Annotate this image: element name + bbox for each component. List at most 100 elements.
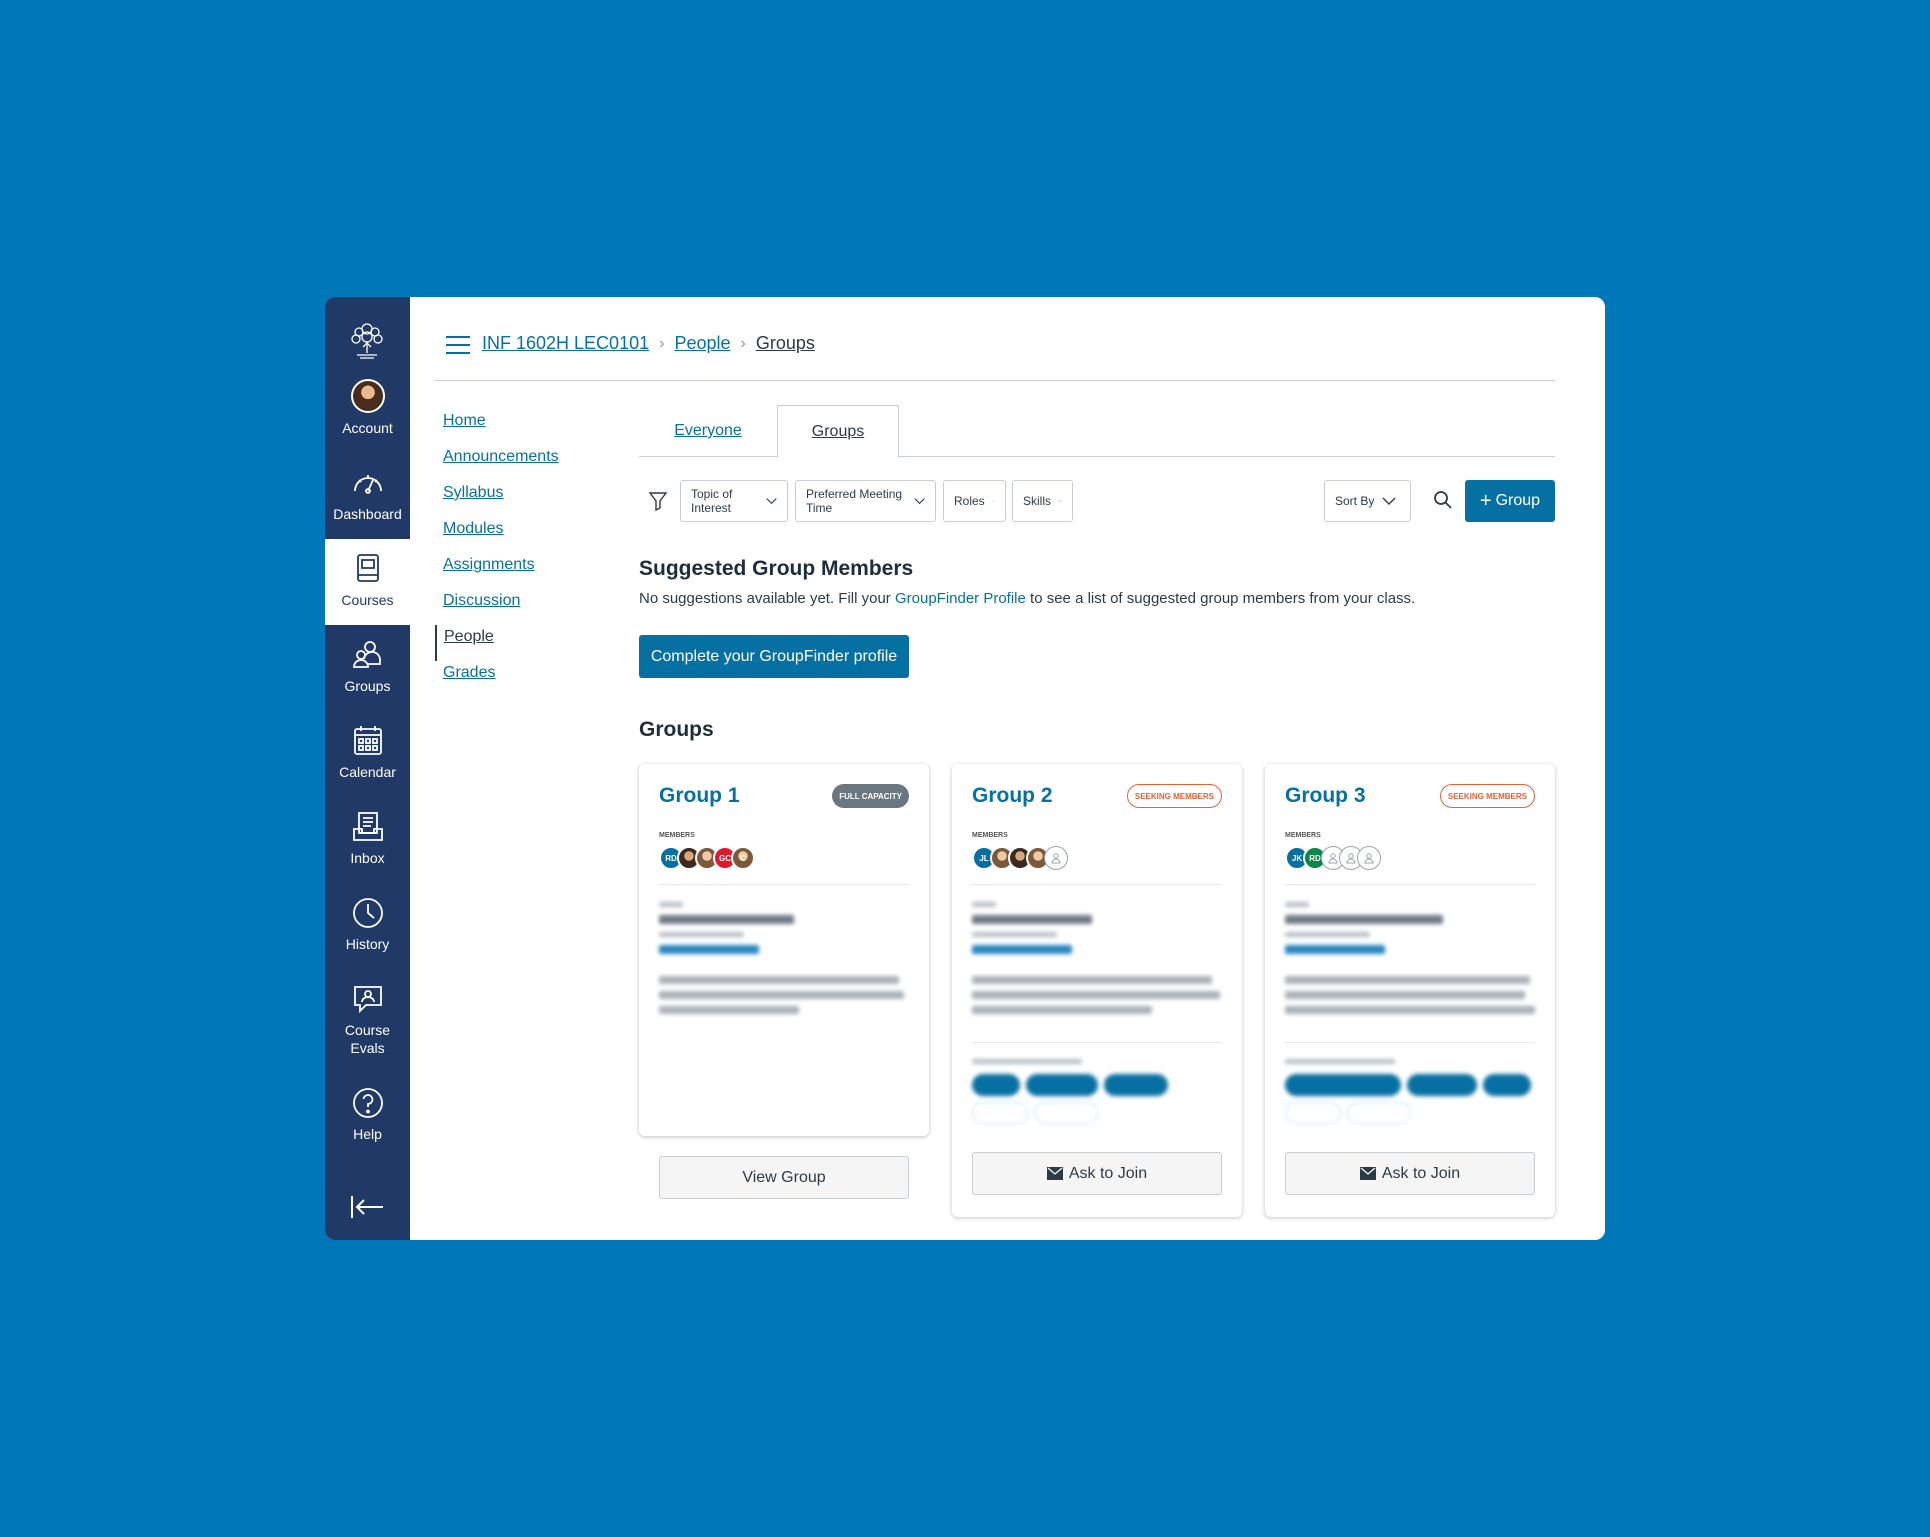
group-card: Group 1 Full Capacity Members RD GC C Vi… xyxy=(639,764,929,1199)
course-nav-announcements[interactable]: Announcements xyxy=(435,445,575,481)
group-details-blurred xyxy=(659,902,909,1021)
search-icon[interactable] xyxy=(1433,490,1453,510)
history-icon xyxy=(352,898,383,928)
breadcrumb-course-link[interactable]: INF 1602H LEC0101 xyxy=(482,333,649,354)
skills-label-blurred xyxy=(972,1059,1222,1072)
avatar xyxy=(350,379,385,413)
suggested-title: Suggested Group Members xyxy=(639,557,914,580)
suggested-text-after: to see a list of suggested group members… xyxy=(1025,590,1416,607)
nav-inbox[interactable]: Inbox xyxy=(325,797,410,883)
hamburger-menu-icon[interactable] xyxy=(445,335,471,355)
skills-label: Skills xyxy=(1023,494,1052,508)
complete-profile-button[interactable]: Complete your GroupFinder profile xyxy=(639,635,909,678)
add-group-label: Group xyxy=(1495,492,1541,509)
nav-courses[interactable]: Courses xyxy=(325,539,410,625)
view-group-button[interactable]: View Group xyxy=(659,1156,909,1199)
add-group-button[interactable]: + Group xyxy=(1465,480,1555,522)
breadcrumb-people-link[interactable]: People xyxy=(674,333,730,354)
university-logo-icon[interactable] xyxy=(345,317,390,362)
plus-icon: + xyxy=(1479,490,1492,512)
preferred-meeting-time-label: Preferred Meeting Time xyxy=(806,487,903,515)
skills-dropdown[interactable]: Skills xyxy=(1012,480,1073,522)
course-nav-assignments[interactable]: Assignments xyxy=(435,553,575,589)
group-details-blurred xyxy=(1285,902,1535,1021)
group-name[interactable]: Group 1 xyxy=(659,784,740,808)
nav-help-label: Help xyxy=(353,1126,382,1142)
roles-label: Roles xyxy=(954,494,985,508)
envelope-icon xyxy=(1359,1167,1376,1180)
help-icon xyxy=(352,1088,383,1118)
nav-help[interactable]: Help xyxy=(325,1073,410,1159)
course-nav-discussion[interactable]: Discussion xyxy=(435,589,575,625)
member-avatars: JL xyxy=(972,846,1068,870)
tab-groups[interactable]: Groups xyxy=(777,405,899,458)
person-icon xyxy=(1328,853,1338,864)
course-nav-home[interactable]: Home xyxy=(435,409,575,445)
course-nav-grades[interactable]: Grades xyxy=(435,661,575,697)
chevron-down-icon xyxy=(1382,497,1396,505)
chevron-down-icon xyxy=(992,500,995,502)
person-icon xyxy=(1346,853,1356,864)
members-label: Members xyxy=(659,832,695,839)
group-name[interactable]: Group 2 xyxy=(972,784,1053,808)
dashboard-icon xyxy=(353,475,382,494)
members-label: Members xyxy=(972,832,1008,839)
course-nav-syllabus[interactable]: Syllabus xyxy=(435,481,575,517)
tab-everyone-label: Everyone xyxy=(674,422,742,439)
nav-dashboard[interactable]: Dashboard xyxy=(325,453,410,539)
group-details-blurred xyxy=(972,902,1222,1021)
members-label: Members xyxy=(1285,832,1321,839)
nav-calendar[interactable]: Calendar xyxy=(325,711,410,797)
card-divider xyxy=(972,1042,1222,1043)
skills-label-blurred xyxy=(1285,1059,1535,1072)
chevron-down-icon xyxy=(766,498,777,505)
member-avatar[interactable]: C xyxy=(731,846,755,870)
tab-everyone[interactable]: Everyone xyxy=(639,405,777,457)
breadcrumb-separator-icon: › xyxy=(659,334,665,352)
sort-by-label: Sort By xyxy=(1335,494,1375,508)
nav-account[interactable]: Account xyxy=(325,367,410,453)
course-nav-modules[interactable]: Modules xyxy=(435,517,575,553)
breadcrumb-separator-icon: › xyxy=(740,334,746,352)
view-group-label: View Group xyxy=(742,1168,826,1186)
nav-course-evals[interactable]: Course Evals xyxy=(325,969,410,1069)
global-nav: Account Dashboard Courses Groups Calenda… xyxy=(325,297,410,1240)
tab-groups-label: Groups xyxy=(811,423,865,440)
course-nav-people[interactable]: People xyxy=(435,625,575,661)
chevron-down-icon xyxy=(1059,500,1062,502)
collapse-nav-icon[interactable] xyxy=(349,1192,385,1222)
person-icon xyxy=(1051,853,1061,864)
status-badge: Seeking Members xyxy=(1126,784,1222,808)
card-divider xyxy=(659,884,909,885)
nav-account-label: Account xyxy=(342,420,393,436)
preferred-meeting-time-dropdown[interactable]: Preferred Meeting Time xyxy=(795,480,936,522)
courses-icon xyxy=(356,554,379,582)
status-badge: Full Capacity xyxy=(832,784,909,808)
nav-history[interactable]: History xyxy=(325,883,410,969)
sort-by-dropdown[interactable]: Sort By xyxy=(1324,480,1411,522)
card-divider xyxy=(1285,1042,1535,1043)
group-name[interactable]: Group 3 xyxy=(1285,784,1366,808)
roles-dropdown[interactable]: Roles xyxy=(943,480,1006,522)
nav-dashboard-label: Dashboard xyxy=(333,506,402,522)
nav-groups[interactable]: Groups xyxy=(325,625,410,711)
course-evals-icon xyxy=(353,986,382,1014)
groupfinder-profile-link[interactable]: GroupFinder Profile xyxy=(895,590,1026,607)
group-card: Group 3 Seeking Members Members JK RD xyxy=(1265,764,1555,1217)
groups-icon xyxy=(352,641,381,668)
header-divider xyxy=(435,380,1555,381)
ask-to-join-button[interactable]: Ask to Join xyxy=(972,1152,1222,1195)
app-window: Account Dashboard Courses Groups Calenda… xyxy=(325,297,1605,1240)
member-avatars: RD GC C xyxy=(659,846,755,870)
filter-icon[interactable] xyxy=(647,490,669,512)
nav-calendar-label: Calendar xyxy=(339,764,396,780)
ask-to-join-button[interactable]: Ask to Join xyxy=(1285,1152,1535,1195)
course-nav: Home Announcements Syllabus Modules Assi… xyxy=(435,409,575,697)
filter-bar: Topic of Interest Preferred Meeting Time… xyxy=(639,480,1555,522)
card-divider xyxy=(972,884,1222,885)
card-divider xyxy=(1285,884,1535,885)
nav-inbox-label: Inbox xyxy=(350,850,385,866)
empty-member-slot xyxy=(1357,846,1381,870)
topic-of-interest-dropdown[interactable]: Topic of Interest xyxy=(680,480,788,522)
nav-groups-label: Groups xyxy=(344,678,391,694)
